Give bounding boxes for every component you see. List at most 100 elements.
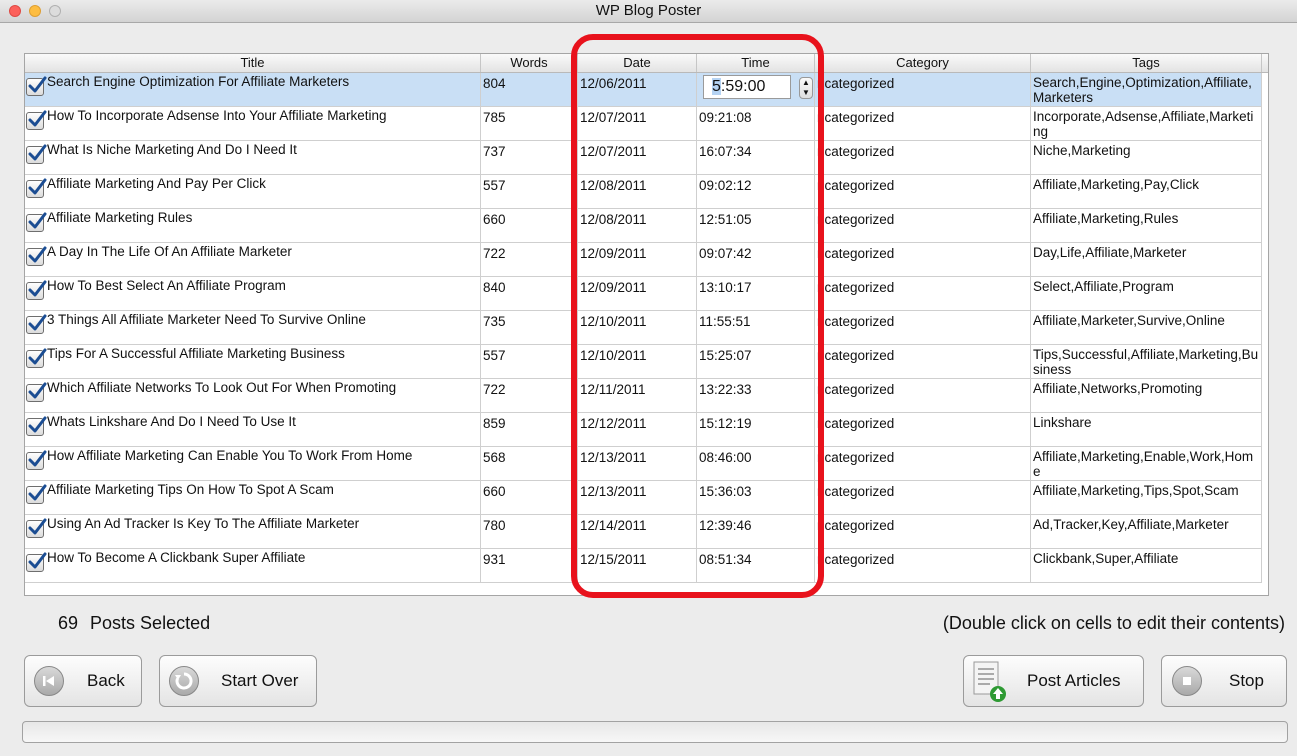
post-checkbox[interactable] xyxy=(26,212,47,232)
post-checkbox[interactable] xyxy=(26,416,47,436)
cell-time[interactable]: 09:07:42 xyxy=(697,243,815,277)
cell-date[interactable]: 12/13/2011 xyxy=(578,481,697,515)
cell-title[interactable]: How To Become A Clickbank Super Affiliat… xyxy=(25,549,481,583)
cell-category[interactable]: ncategorized xyxy=(815,209,1031,243)
cell-title[interactable]: Using An Ad Tracker Is Key To The Affili… xyxy=(25,515,481,549)
cell-tags[interactable]: Affiliate,Networks,Promoting xyxy=(1031,379,1262,413)
cell-time[interactable]: 08:51:34 xyxy=(697,549,815,583)
time-stepper[interactable]: ▲ ▼ xyxy=(799,77,813,99)
post-checkbox[interactable] xyxy=(26,348,47,368)
post-checkbox[interactable] xyxy=(26,518,47,538)
cell-title[interactable]: Whats Linkshare And Do I Need To Use It xyxy=(25,413,481,447)
table-row[interactable]: A Day In The Life Of An Affiliate Market… xyxy=(25,243,1262,277)
table-row[interactable]: Using An Ad Tracker Is Key To The Affili… xyxy=(25,515,1262,549)
cell-tags[interactable]: Incorporate,Adsense,Affiliate,Marketing xyxy=(1031,107,1262,141)
cell-time[interactable]: 09:21:08 xyxy=(697,107,815,141)
cell-words[interactable]: 660 xyxy=(481,209,578,243)
cell-title[interactable]: A Day In The Life Of An Affiliate Market… xyxy=(25,243,481,277)
table-row[interactable]: Tips For A Successful Affiliate Marketin… xyxy=(25,345,1262,379)
cell-date[interactable]: 12/14/2011 xyxy=(578,515,697,549)
post-checkbox[interactable] xyxy=(26,178,47,198)
cell-title[interactable]: How To Best Select An Affiliate Program xyxy=(25,277,481,311)
cell-title[interactable]: Affiliate Marketing Rules xyxy=(25,209,481,243)
column-header-title[interactable]: Title xyxy=(25,54,481,72)
cell-tags[interactable]: Affiliate,Marketing,Enable,Work,Home xyxy=(1031,447,1262,481)
cell-title[interactable]: How To Incorporate Adsense Into Your Aff… xyxy=(25,107,481,141)
cell-words[interactable]: 557 xyxy=(481,345,578,379)
cell-tags[interactable]: Affiliate,Marketing,Pay,Click xyxy=(1031,175,1262,209)
cell-words[interactable]: 722 xyxy=(481,379,578,413)
post-articles-button[interactable]: Post Articles xyxy=(963,655,1144,707)
cell-tags[interactable]: Affiliate,Marketer,Survive,Online xyxy=(1031,311,1262,345)
cell-date[interactable]: 12/13/2011 xyxy=(578,447,697,481)
cell-date[interactable]: 12/15/2011 xyxy=(578,549,697,583)
cell-date[interactable]: 12/08/2011 xyxy=(578,209,697,243)
cell-time[interactable]: 15:36:03 xyxy=(697,481,815,515)
cell-category[interactable]: ncategorized xyxy=(815,481,1031,515)
column-header-words[interactable]: Words xyxy=(481,54,578,72)
column-header-time[interactable]: Time xyxy=(697,54,815,72)
column-header-category[interactable]: Category xyxy=(815,54,1031,72)
time-editor-input[interactable]: 5:59:00 xyxy=(703,75,791,99)
cell-date[interactable]: 12/07/2011 xyxy=(578,107,697,141)
post-checkbox[interactable] xyxy=(26,314,47,334)
stepper-down-icon[interactable]: ▼ xyxy=(802,88,810,97)
cell-category[interactable]: ncategorized xyxy=(815,243,1031,277)
cell-words[interactable]: 735 xyxy=(481,311,578,345)
table-row[interactable]: How Affiliate Marketing Can Enable You T… xyxy=(25,447,1262,481)
cell-tags[interactable]: Affiliate,Marketing,Rules xyxy=(1031,209,1262,243)
cell-category[interactable]: ncategorized xyxy=(815,311,1031,345)
cell-date[interactable]: 12/11/2011 xyxy=(578,379,697,413)
cell-words[interactable]: 568 xyxy=(481,447,578,481)
cell-tags[interactable]: Select,Affiliate,Program xyxy=(1031,277,1262,311)
cell-category[interactable]: ncategorized xyxy=(815,413,1031,447)
cell-time[interactable]: 15:25:07 xyxy=(697,345,815,379)
cell-words[interactable]: 660 xyxy=(481,481,578,515)
cell-category[interactable]: ncategorized xyxy=(815,515,1031,549)
post-checkbox[interactable] xyxy=(26,552,47,572)
cell-title[interactable]: What Is Niche Marketing And Do I Need It xyxy=(25,141,481,175)
cell-category[interactable]: ncategorized xyxy=(815,345,1031,379)
column-header-tags[interactable]: Tags xyxy=(1031,54,1262,72)
cell-date[interactable]: 12/10/2011 xyxy=(578,345,697,379)
cell-title[interactable]: Tips For A Successful Affiliate Marketin… xyxy=(25,345,481,379)
cell-words[interactable]: 785 xyxy=(481,107,578,141)
cell-words[interactable]: 780 xyxy=(481,515,578,549)
cell-words[interactable]: 737 xyxy=(481,141,578,175)
cell-tags[interactable]: Affiliate,Marketing,Tips,Spot,Scam xyxy=(1031,481,1262,515)
cell-words[interactable]: 840 xyxy=(481,277,578,311)
cell-category[interactable]: ncategorized xyxy=(815,447,1031,481)
cell-title[interactable]: 3 Things All Affiliate Marketer Need To … xyxy=(25,311,481,345)
cell-category[interactable]: ncategorized xyxy=(815,549,1031,583)
table-row[interactable]: Affiliate Marketing Rules 660 12/08/2011 12… xyxy=(25,209,1262,243)
cell-date[interactable]: 12/07/2011 xyxy=(578,141,697,175)
cell-title[interactable]: Search Engine Optimization For Affiliate… xyxy=(25,73,481,107)
post-checkbox[interactable] xyxy=(26,484,47,504)
cell-date[interactable]: 12/09/2011 xyxy=(578,277,697,311)
cell-time[interactable]: 12:51:05 xyxy=(697,209,815,243)
post-checkbox[interactable] xyxy=(26,246,47,266)
cell-category[interactable]: ncategorized xyxy=(815,141,1031,175)
cell-time[interactable]: 13:10:17 xyxy=(697,277,815,311)
cell-time[interactable]: 15:12:19 xyxy=(697,413,815,447)
table-row[interactable]: Whats Linkshare And Do I Need To Use It 8… xyxy=(25,413,1262,447)
start-over-button[interactable]: Start Over xyxy=(159,655,317,707)
cell-category[interactable]: ncategorized xyxy=(815,107,1031,141)
close-window-button[interactable] xyxy=(9,5,21,17)
back-button[interactable]: Back xyxy=(24,655,142,707)
cell-words[interactable]: 859 xyxy=(481,413,578,447)
cell-time[interactable]: 16:07:34 xyxy=(697,141,815,175)
cell-tags[interactable]: Clickbank,Super,Affiliate xyxy=(1031,549,1262,583)
cell-tags[interactable]: Niche,Marketing xyxy=(1031,141,1262,175)
cell-time[interactable]: 08:46:00 xyxy=(697,447,815,481)
cell-tags[interactable]: Linkshare xyxy=(1031,413,1262,447)
table-row[interactable]: Affiliate Marketing And Pay Per Click 557… xyxy=(25,175,1262,209)
cell-time[interactable]: 09:02:12 xyxy=(697,175,815,209)
post-checkbox[interactable] xyxy=(26,382,47,402)
cell-tags[interactable]: Tips,Successful,Affiliate,Marketing,Busi… xyxy=(1031,345,1262,379)
cell-title[interactable]: Affiliate Marketing And Pay Per Click xyxy=(25,175,481,209)
cell-time[interactable]: 11:55:51 xyxy=(697,311,815,345)
cell-time[interactable]: 12:39:46 xyxy=(697,515,815,549)
table-row[interactable]: Search Engine Optimization For Affiliate… xyxy=(25,73,1262,107)
post-checkbox[interactable] xyxy=(26,144,47,164)
